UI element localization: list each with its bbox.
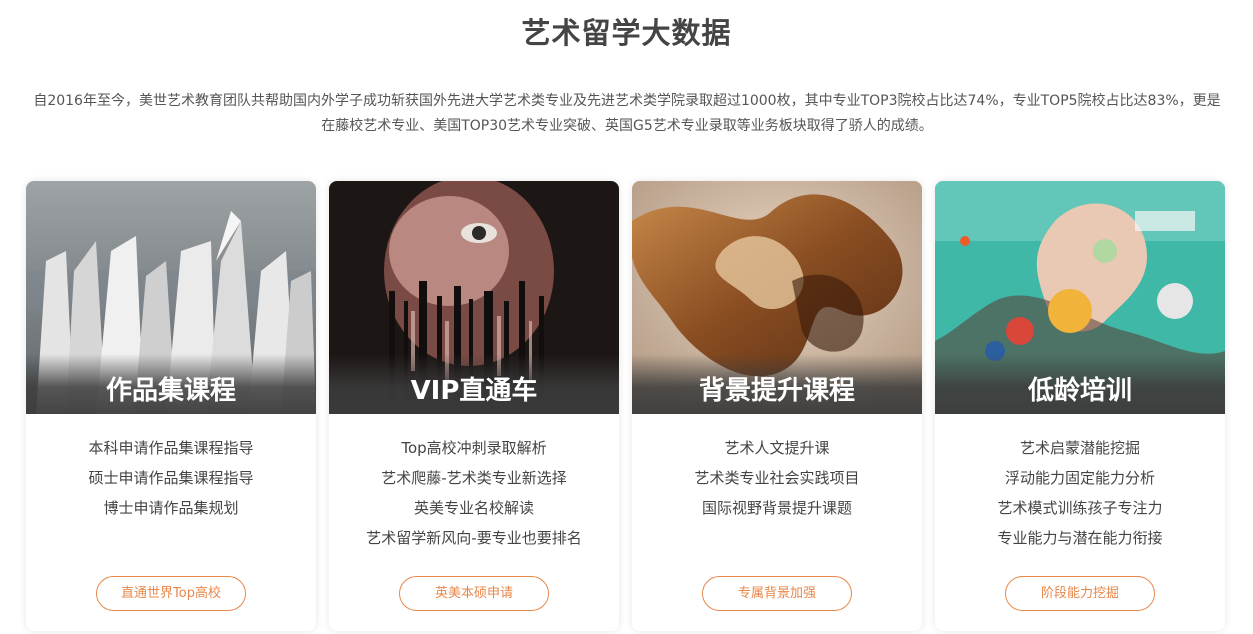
cta-button[interactable]: 阶段能力挖掘 <box>1005 576 1155 611</box>
list-item[interactable]: 艺术人文提升课 <box>632 433 922 463</box>
card-title: 作品集课程 <box>105 376 236 406</box>
list-item[interactable]: 艺术爬藤-艺术类专业新选择 <box>329 463 619 493</box>
card-title: 低龄培训 <box>1027 376 1132 406</box>
list-item[interactable]: 本科申请作品集课程指导 <box>26 433 316 463</box>
cta-button[interactable]: 英美本硕申请 <box>399 576 549 611</box>
cta-button[interactable]: 直通世界Top高校 <box>96 576 246 611</box>
list-item[interactable]: 浮动能力固定能力分析 <box>935 463 1225 493</box>
intro-paragraph: 自2016年至今，美世艺术教育团队共帮助国内外学子成功斩获国外先进大学艺术类专业… <box>33 93 1221 134</box>
list-item[interactable]: 艺术模式训练孩子专注力 <box>935 493 1225 523</box>
card-item-list: Top高校冲刺录取解析 艺术爬藤-艺术类专业新选择 英美专业名校解读 艺术留学新… <box>329 433 619 553</box>
card-portfolio-course[interactable]: 作品集课程 本科申请作品集课程指导 硕士申请作品集课程指导 博士申请作品集规划 … <box>26 181 316 631</box>
list-item[interactable]: 硕士申请作品集课程指导 <box>26 463 316 493</box>
list-item[interactable]: 英美专业名校解读 <box>329 493 619 523</box>
card-background-course[interactable]: 背景提升课程 艺术人文提升课 艺术类专业社会实践项目 国际视野背景提升课题 专属… <box>632 181 922 631</box>
list-item[interactable]: 艺术类专业社会实践项目 <box>632 463 922 493</box>
section-title: 艺术留学大数据 <box>521 16 732 50</box>
card-item-list: 艺术人文提升课 艺术类专业社会实践项目 国际视野背景提升课题 <box>632 433 922 523</box>
card-vip-express[interactable]: VIP直通车 Top高校冲刺录取解析 艺术爬藤-艺术类专业新选择 英美专业名校解… <box>329 181 619 631</box>
service-cards: 作品集课程 本科申请作品集课程指导 硕士申请作品集课程指导 博士申请作品集规划 … <box>26 181 1226 632</box>
list-item[interactable]: 博士申请作品集规划 <box>26 493 316 523</box>
list-item[interactable]: 艺术启蒙潜能挖掘 <box>935 433 1225 463</box>
card-item-list: 艺术启蒙潜能挖掘 浮动能力固定能力分析 艺术模式训练孩子专注力 专业能力与潜在能… <box>935 433 1225 553</box>
cta-button[interactable]: 专属背景加强 <box>702 576 852 611</box>
list-item[interactable]: 国际视野背景提升课题 <box>632 493 922 523</box>
list-item[interactable]: 专业能力与潜在能力衔接 <box>935 523 1225 553</box>
list-item[interactable]: Top高校冲刺录取解析 <box>329 433 619 463</box>
card-item-list: 本科申请作品集课程指导 硕士申请作品集课程指导 博士申请作品集规划 <box>26 433 316 523</box>
card-title: VIP直通车 <box>410 376 538 406</box>
list-item[interactable]: 艺术留学新风向-要专业也要排名 <box>329 523 619 553</box>
card-title: 背景提升课程 <box>698 376 855 406</box>
card-youth-training[interactable]: 低龄培训 艺术启蒙潜能挖掘 浮动能力固定能力分析 艺术模式训练孩子专注力 专业能… <box>935 181 1225 631</box>
